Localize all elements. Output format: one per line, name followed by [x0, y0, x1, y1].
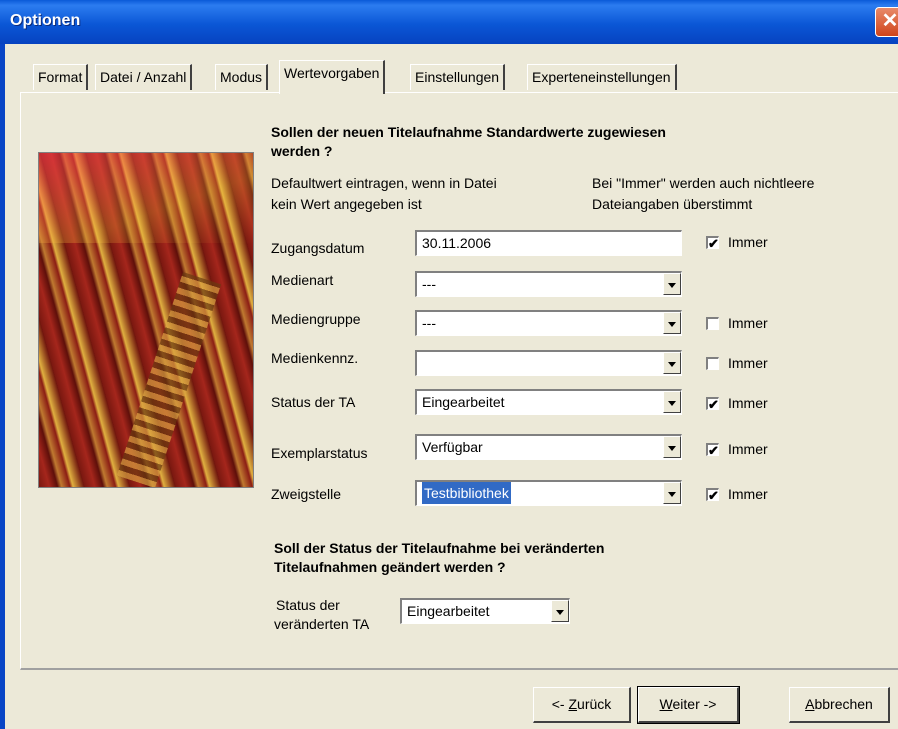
zweigstelle-immer-label: Immer	[728, 486, 768, 502]
zugangsdatum-immer-label: Immer	[728, 234, 768, 250]
title-bar[interactable]: Optionen ✕	[0, 0, 898, 44]
next-button-mnemonic: W	[659, 696, 673, 712]
options-dialog: Optionen ✕ Format Datei / Anzahl Modus W…	[0, 0, 898, 729]
defaults-heading-line2: werden ?	[271, 143, 333, 159]
changed-heading-line2: Titelaufnahmen geändert werden ?	[274, 559, 506, 575]
status-ta-label: Status der TA	[271, 394, 356, 410]
back-button-prefix: <-	[551, 696, 569, 712]
back-button-mnemonic: Z	[568, 696, 578, 712]
chevron-down-icon[interactable]	[663, 352, 681, 374]
status-ta-value: Eingearbeitet	[422, 394, 505, 410]
medienkennz-label: Medienkennz.	[271, 350, 359, 366]
medienart-select[interactable]: ---	[415, 271, 682, 297]
exemplarstatus-immer-checkbox[interactable]: ✔	[706, 443, 719, 457]
zweigstelle-value: Testbibliothek	[422, 482, 511, 504]
tab-format[interactable]: Format	[33, 64, 89, 90]
medienkennz-select[interactable]	[415, 350, 682, 376]
window-frame-left	[0, 44, 5, 729]
cancel-button-label: bbrechen	[814, 696, 873, 712]
next-button-label: eiter ->	[672, 696, 717, 712]
exemplarstatus-label: Exemplarstatus	[271, 445, 368, 461]
chevron-down-icon[interactable]	[551, 600, 569, 622]
chevron-down-icon[interactable]	[663, 482, 681, 504]
hint-left-line1: Defaultwert eintragen, wenn in Datei	[271, 175, 497, 191]
mediengruppe-immer-label: Immer	[728, 315, 768, 331]
medienart-label: Medienart	[271, 272, 334, 288]
zugangsdatum-value: 30.11.2006	[422, 235, 492, 251]
status-ta-immer-label: Immer	[728, 395, 768, 411]
chevron-down-icon[interactable]	[663, 391, 681, 413]
medienkennz-immer-checkbox[interactable]	[706, 357, 719, 370]
status-ta-select[interactable]: Eingearbeitet	[415, 389, 682, 415]
window-title: Optionen	[10, 12, 81, 29]
next-button[interactable]: Weiter ->	[637, 686, 740, 724]
hint-right-line1: Bei "Immer" werden auch nichtleere	[592, 175, 815, 191]
tab-modus[interactable]: Modus	[215, 64, 269, 90]
tab-datei-anzahl[interactable]: Datei / Anzahl	[95, 64, 193, 90]
books-image	[38, 152, 254, 488]
hint-right-line2: Dateiangaben überstimmt	[592, 196, 753, 212]
changed-status-select[interactable]: Eingearbeitet	[400, 598, 570, 624]
chevron-down-icon[interactable]	[663, 312, 681, 334]
tab-experteneinstellungen[interactable]: Experteneinstellungen	[527, 64, 677, 90]
status-ta-immer-checkbox[interactable]: ✔	[706, 397, 719, 411]
zweigstelle-select[interactable]: Testbibliothek	[415, 480, 682, 506]
changed-status-label-line2: veränderten TA	[274, 616, 370, 632]
zugangsdatum-immer-checkbox[interactable]: ✔	[706, 236, 719, 250]
back-button[interactable]: <- Zurück	[533, 687, 631, 723]
exemplarstatus-immer-label: Immer	[728, 441, 768, 457]
medienkennz-immer-label: Immer	[728, 355, 768, 371]
tab-einstellungen[interactable]: Einstellungen	[410, 64, 506, 90]
chevron-down-icon[interactable]	[663, 273, 681, 295]
zweigstelle-label: Zweigstelle	[271, 486, 342, 502]
back-button-label: urück	[577, 696, 612, 712]
zugangsdatum-input[interactable]: 30.11.2006	[415, 230, 682, 256]
cancel-button[interactable]: Abbrechen	[789, 687, 890, 723]
zugangsdatum-label: Zugangsdatum	[271, 240, 365, 256]
zweigstelle-immer-checkbox[interactable]: ✔	[706, 488, 719, 502]
mediengruppe-label: Mediengruppe	[271, 311, 361, 327]
chevron-down-icon[interactable]	[663, 436, 681, 458]
mediengruppe-immer-checkbox[interactable]	[706, 317, 719, 330]
medienart-value: ---	[422, 276, 436, 292]
changed-heading-line1: Soll der Status der Titelaufnahme bei ve…	[274, 540, 605, 556]
exemplarstatus-value: Verfügbar	[422, 439, 483, 455]
changed-status-label-line1: Status der	[276, 597, 340, 613]
defaults-heading-line1: Sollen der neuen Titelaufnahme Standardw…	[271, 124, 666, 140]
mediengruppe-select[interactable]: ---	[415, 310, 682, 336]
changed-status-value: Eingearbeitet	[407, 603, 490, 619]
hint-left-line2: kein Wert angegeben ist	[271, 196, 422, 212]
tab-wertevorgaben[interactable]: Wertevorgaben	[279, 60, 386, 94]
exemplarstatus-select[interactable]: Verfügbar	[415, 434, 682, 460]
mediengruppe-value: ---	[422, 315, 436, 331]
close-icon[interactable]: ✕	[875, 7, 898, 37]
